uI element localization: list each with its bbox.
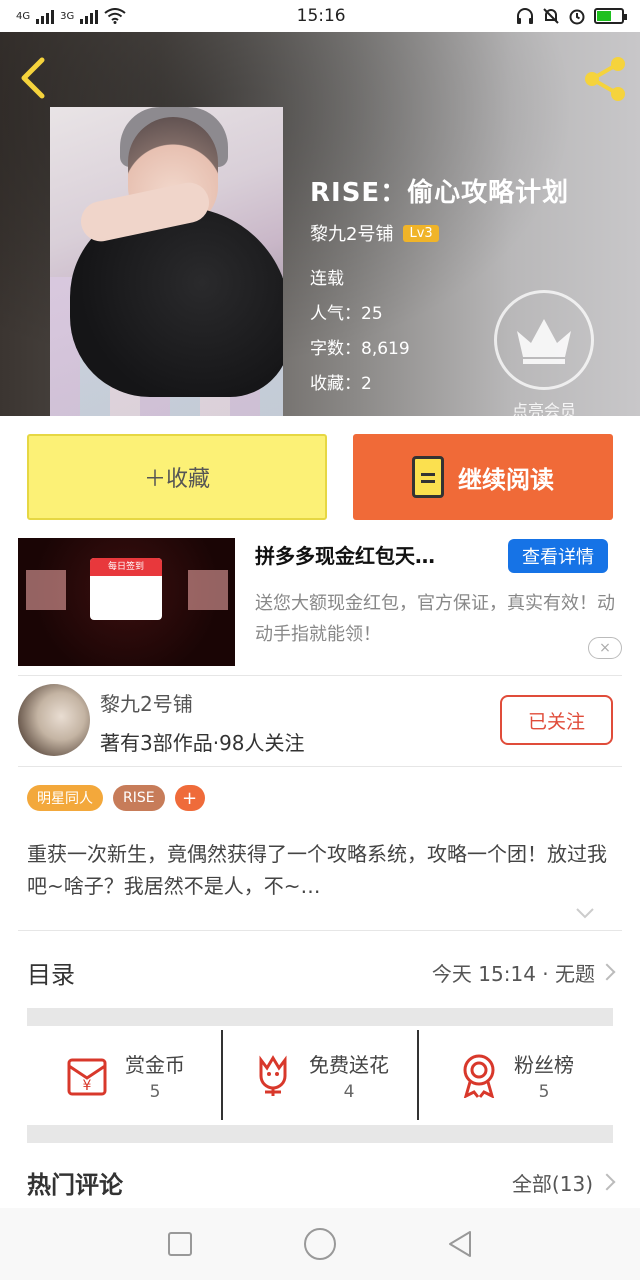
- hot-comments-row[interactable]: 热门评论 全部(13): [27, 1155, 616, 1209]
- ad-title[interactable]: 拼多多现金红包天…: [255, 540, 495, 569]
- book-header: RISE：偷心攻略计划 黎九2号铺 Lv3 连载 人气：25 字数：8,619 …: [0, 32, 640, 416]
- continue-reading-label: 继续阅读: [458, 465, 554, 494]
- catalog-row[interactable]: 目录 今天 15:14 · 无题: [27, 945, 616, 999]
- stat-label: 赏金币: [125, 1052, 185, 1077]
- system-nav-bar: [0, 1208, 640, 1280]
- ad-thumb-text: 每日签到: [90, 558, 162, 576]
- crown-icon: [517, 319, 571, 364]
- book-title: RISE：偷心攻略计划: [310, 178, 570, 208]
- stat-count: 4: [343, 1081, 355, 1102]
- tag-list: 明星同人 RISE +: [27, 785, 205, 811]
- wifi-icon: [104, 8, 126, 24]
- stat-label: 免费送花: [309, 1052, 389, 1077]
- stats-row: ¥ 赏金币 5 免费送花 4 粉丝榜 5: [27, 1030, 613, 1120]
- divider: [18, 930, 622, 931]
- back-icon[interactable]: [14, 54, 54, 102]
- medal-icon: [463, 1054, 495, 1098]
- chevron-right-icon: [598, 1173, 616, 1191]
- all-comments-link[interactable]: 全部(13): [511, 1168, 616, 1197]
- collect-button[interactable]: ＋收藏: [27, 434, 327, 520]
- recents-button[interactable]: [160, 1224, 200, 1264]
- book-word-count: 字数：8,619: [310, 339, 410, 359]
- system-back-button[interactable]: [440, 1224, 480, 1264]
- send-flower-button[interactable]: 免费送花 4: [221, 1030, 417, 1120]
- divider: [18, 675, 622, 676]
- section-separator: [27, 1008, 613, 1026]
- signal-icon-2: [80, 8, 99, 24]
- divider: [18, 766, 622, 767]
- stat-count: 5: [149, 1081, 161, 1102]
- circle-icon: [304, 1228, 336, 1260]
- ad-close-button[interactable]: ×: [588, 637, 622, 659]
- ad-thumb-side-left: [26, 570, 66, 610]
- home-button[interactable]: [300, 1224, 340, 1264]
- triangle-back-icon: [449, 1231, 471, 1257]
- book-popularity: 人气：25: [310, 304, 383, 324]
- add-tag-button[interactable]: +: [174, 785, 205, 811]
- fan-ranking-button[interactable]: 粉丝榜 5: [417, 1030, 613, 1120]
- hot-comments-title: 热门评论: [27, 1170, 123, 1199]
- tag-item[interactable]: 明星同人: [27, 785, 103, 811]
- network-label-2: 3G: [60, 10, 75, 22]
- section-separator: [27, 1125, 613, 1143]
- book-detail-page: 4G 3G 15:16 RISE：偷心攻略计划 黎九2号铺 Lv3 连载 人气：…: [0, 0, 640, 1280]
- clock: 15:16: [296, 6, 346, 26]
- author-row-subtitle: 著有3部作品·98人关注: [100, 731, 305, 755]
- status-icons: [516, 7, 627, 25]
- reward-coin-button[interactable]: ¥ 赏金币 5: [27, 1030, 221, 1120]
- catalog-title: 目录: [27, 960, 75, 989]
- stat-count: 5: [538, 1081, 550, 1102]
- svg-text:¥: ¥: [83, 1078, 92, 1094]
- flower-icon: [259, 1055, 287, 1096]
- book-summary: 重获一次新生，竟偶然获得了一个攻略系统，攻略一个团！放过我吧~啥子？我居然不是人…: [27, 842, 607, 898]
- tag-item[interactable]: RISE: [113, 785, 165, 811]
- network-label-1: 4G: [16, 10, 31, 22]
- all-comments-label: 全部(13): [511, 1171, 593, 1196]
- catalog-latest-text: 今天 15:14 · 无题: [431, 961, 595, 986]
- status-bar: 4G 3G 15:16: [0, 0, 640, 32]
- ad-thumb-side-right: [188, 570, 228, 610]
- author-line: 黎九2号铺 Lv3: [310, 220, 439, 246]
- book-collections: 收藏：2: [310, 374, 372, 394]
- alarm-icon: [569, 9, 585, 25]
- battery-icon: [594, 8, 627, 24]
- ad-thumb-card: 每日签到: [90, 558, 162, 620]
- continue-reading-button[interactable]: 继续阅读: [353, 434, 613, 520]
- ad-description: 送您大额现金红包，官方保证，真实有效！动动手指就能领！: [255, 593, 615, 645]
- author-row-name[interactable]: 黎九2号铺: [100, 688, 193, 717]
- gold-coin-icon: ¥: [67, 1058, 107, 1096]
- author-avatar[interactable]: [18, 684, 90, 756]
- ad-detail-button[interactable]: 查看详情: [508, 539, 608, 573]
- headphones-icon: [517, 8, 533, 24]
- chevron-right-icon: [598, 963, 616, 981]
- catalog-latest: 今天 15:14 · 无题: [431, 958, 616, 987]
- book-icon: [412, 456, 444, 498]
- signal-group: 4G 3G: [16, 8, 126, 24]
- follow-button[interactable]: 已关注: [500, 695, 613, 745]
- level-badge: Lv3: [403, 224, 439, 242]
- ad-thumbnail[interactable]: 每日签到: [18, 538, 235, 666]
- author-name[interactable]: 黎九2号铺: [310, 220, 393, 246]
- signal-icon: [36, 8, 55, 24]
- square-icon: [168, 1232, 192, 1256]
- stat-label: 粉丝榜: [514, 1052, 574, 1077]
- mute-bell-icon: [543, 8, 559, 24]
- expand-chevron-icon[interactable]: [574, 905, 596, 921]
- book-status: 连载: [310, 269, 344, 289]
- book-cover[interactable]: [50, 107, 283, 416]
- vip-crown-button[interactable]: [494, 290, 594, 390]
- share-icon[interactable]: [580, 54, 630, 104]
- vip-label: 点亮会员: [511, 401, 576, 416]
